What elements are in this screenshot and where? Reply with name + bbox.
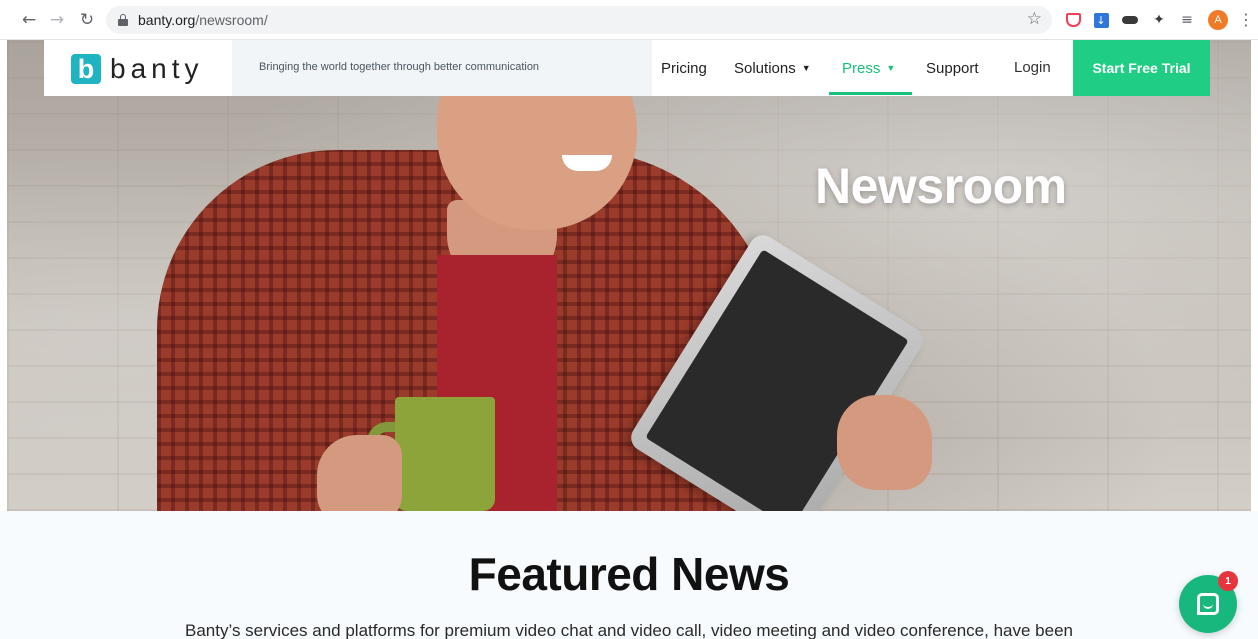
- nav-support[interactable]: Support: [926, 60, 979, 77]
- reload-icon[interactable]: ↻: [76, 9, 98, 31]
- forward-arrow-icon[interactable]: →: [46, 9, 68, 31]
- back-arrow-icon[interactable]: ←: [18, 9, 40, 31]
- url-text: banty.org/newsroom/: [138, 12, 268, 28]
- featured-news-section: Featured News Banty’s services and platf…: [0, 511, 1258, 639]
- logo-mark[interactable]: b: [71, 54, 101, 84]
- browser-menu-icon[interactable]: ⋮: [1238, 10, 1254, 29]
- login-link[interactable]: Login: [1014, 59, 1051, 76]
- profile-avatar[interactable]: A: [1208, 10, 1228, 30]
- caret-down-icon: ▼: [801, 63, 811, 73]
- hero-person-hand-left: [317, 435, 402, 511]
- start-free-trial-button[interactable]: Start Free Trial: [1073, 40, 1210, 96]
- download-extension-icon[interactable]: ↓: [1092, 11, 1110, 29]
- green-mug: [395, 397, 495, 511]
- hero-person-hand-right: [837, 395, 932, 490]
- nav-solutions[interactable]: Solutions ▼: [734, 60, 811, 77]
- logo-wordmark[interactable]: banty: [110, 53, 204, 85]
- address-bar[interactable]: banty.org/newsroom/ ☆: [106, 6, 1052, 34]
- active-nav-underline: [829, 92, 912, 95]
- chat-bubble-icon: [1197, 593, 1219, 615]
- lock-icon: [118, 14, 128, 26]
- caret-down-icon: ▼: [886, 63, 896, 73]
- hero-banner: Newsroom: [7, 40, 1251, 511]
- featured-news-description: Banty’s services and platforms for premi…: [185, 621, 1073, 639]
- incognito-extension-icon[interactable]: [1121, 11, 1139, 29]
- bookmark-star-icon[interactable]: ☆: [1027, 9, 1042, 29]
- login-box: Login: [992, 40, 1073, 96]
- nav-press[interactable]: Press ▼: [842, 60, 895, 77]
- browser-toolbar: ← → ↻ banty.org/newsroom/ ☆ ↓ ✦ ≡ A ⋮: [0, 0, 1258, 40]
- hero-title: Newsroom: [815, 158, 1067, 214]
- pocket-extension-icon[interactable]: [1064, 11, 1082, 29]
- tagline-box: Bringing the world together through bett…: [232, 40, 652, 96]
- site-header: b banty Bringing the world together thro…: [44, 40, 1210, 96]
- tagline: Bringing the world together through bett…: [259, 61, 540, 73]
- nav-pricing[interactable]: Pricing: [661, 60, 707, 77]
- extensions-puzzle-icon[interactable]: ✦: [1150, 11, 1168, 29]
- reading-list-icon[interactable]: ≡: [1178, 11, 1196, 29]
- chat-notification-badge: 1: [1218, 571, 1238, 591]
- featured-news-title: Featured News: [468, 548, 790, 600]
